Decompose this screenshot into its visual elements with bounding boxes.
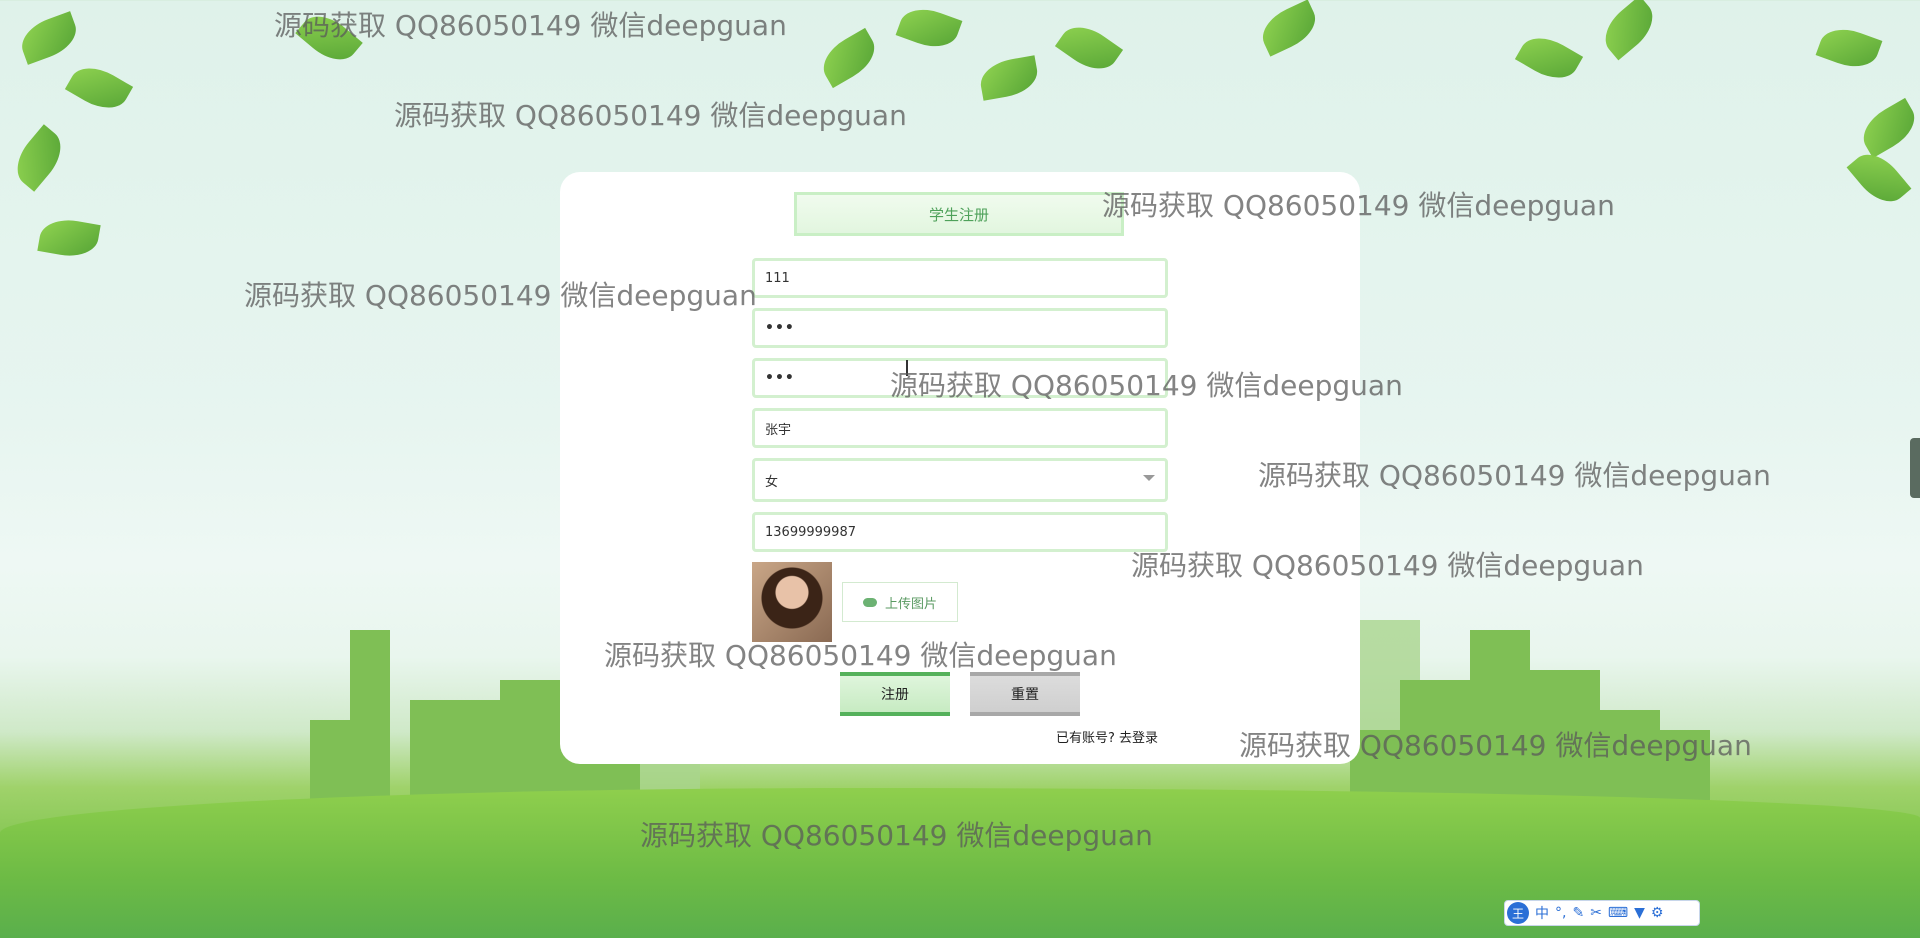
name-input[interactable]: 张宇 <box>752 408 1168 448</box>
upload-image-button[interactable]: 上传图片 <box>842 582 958 622</box>
form-title: 学生注册 <box>794 192 1124 236</box>
gender-select-value: 女 <box>765 474 779 490</box>
side-panel-tab[interactable] <box>1910 438 1920 498</box>
scissors-icon[interactable]: ✂ <box>1590 905 1602 921</box>
ime-mode-toggle[interactable]: 中 <box>1535 903 1549 923</box>
ime-punct-toggle[interactable]: °, <box>1555 905 1566 921</box>
confirm-password-input[interactable]: ••• <box>752 358 1168 398</box>
keyboard-icon[interactable]: ⌨ <box>1608 905 1628 921</box>
gear-icon[interactable]: ⚙ <box>1651 905 1664 921</box>
avatar-preview <box>752 562 832 642</box>
gender-select[interactable]: 女 <box>752 458 1168 502</box>
shirt-icon[interactable]: ▼ <box>1634 905 1645 921</box>
login-prompt-text: 已有账号? <box>1056 731 1115 746</box>
login-prompt: 已有账号? 去登录 <box>1056 727 1158 746</box>
register-card: 学生注册 111 ••• ••• 张宇 女 13699999987 上传图片 注… <box>560 172 1360 764</box>
go-login-link[interactable]: 去登录 <box>1119 731 1158 746</box>
chevron-down-icon <box>1143 475 1155 481</box>
reset-button[interactable]: 重置 <box>970 672 1080 716</box>
pen-icon[interactable]: ✎ <box>1572 905 1584 921</box>
phone-input[interactable]: 13699999987 <box>752 512 1168 552</box>
ime-logo-icon[interactable]: 王 <box>1507 902 1529 924</box>
ime-toolbar: 王 中 °, ✎ ✂ ⌨ ▼ ⚙ <box>1504 900 1700 926</box>
account-input[interactable]: 111 <box>752 258 1168 298</box>
text-cursor-icon <box>906 360 908 376</box>
register-button[interactable]: 注册 <box>840 672 950 716</box>
watermark-text: 源码获取 QQ86050149 微信deepguan <box>394 99 907 132</box>
password-input[interactable]: ••• <box>752 308 1168 348</box>
upload-cloud-icon <box>862 597 877 607</box>
upload-image-label: 上传图片 <box>884 596 937 612</box>
